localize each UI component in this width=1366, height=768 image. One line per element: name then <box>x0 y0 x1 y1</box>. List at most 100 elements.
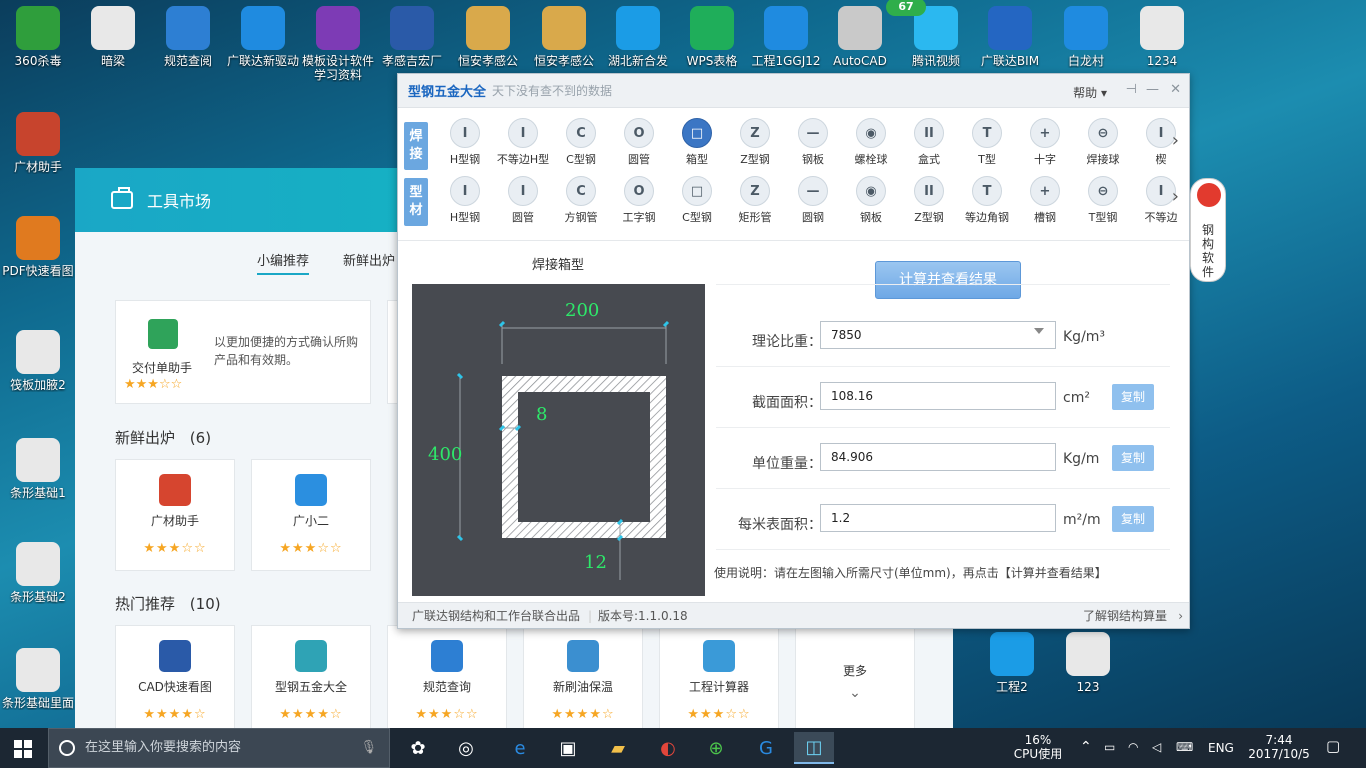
section-type-button[interactable]: — 钢板 <box>784 118 842 167</box>
dropdown-arrow-icon[interactable] <box>1034 328 1044 334</box>
section-type-button[interactable]: C 方钢管 <box>552 176 610 225</box>
language-indicator[interactable]: ENG <box>1208 741 1234 755</box>
windows-start-icon[interactable] <box>14 740 32 758</box>
section-type-button[interactable]: I H型钢 <box>436 118 494 167</box>
tool-card[interactable]: 型钢五金大全 ★★★★☆ <box>251 625 371 728</box>
desktop-icon[interactable]: 恒安孝感公 <box>526 6 602 68</box>
desktop-icon[interactable]: 工程1GGJ12 <box>748 6 824 68</box>
tool-card[interactable]: 新刷油保温 ★★★★☆ <box>523 625 643 728</box>
desktop-icon[interactable]: 360杀毒 <box>0 6 76 68</box>
wifi-icon[interactable]: ◠ <box>1128 740 1138 754</box>
dim-width[interactable]: 200 <box>565 300 599 321</box>
desktop-icon[interactable]: 条形基础1 <box>0 438 76 500</box>
section-type-button[interactable]: II Z型钢 <box>900 176 958 225</box>
field-input[interactable]: 7850 <box>820 321 1056 349</box>
section-type-button[interactable]: □ 箱型 <box>668 118 726 167</box>
microphone-icon[interactable]: 🎙 <box>360 729 377 767</box>
section-type-button[interactable]: I H型钢 <box>436 176 494 225</box>
section-type-button[interactable]: ⊖ 焊接球 <box>1074 118 1132 167</box>
section-type-button[interactable]: T T型 <box>958 118 1016 167</box>
tab-editor-picks[interactable]: 小编推荐 <box>257 250 310 275</box>
desktop-icon[interactable]: 工程2 <box>974 632 1050 694</box>
volume-icon[interactable]: ◁ <box>1152 740 1161 754</box>
dim-height[interactable]: 400 <box>428 444 462 465</box>
steel-app-taskbar-icon[interactable]: ◫ <box>794 732 834 764</box>
taskbar-search-input[interactable]: 在这里输入你要搜索的内容 🎙 <box>48 728 390 768</box>
help-menu[interactable]: 帮助 ▾ <box>1073 84 1107 101</box>
tab-new-arrivals[interactable]: 新鲜出炉 <box>343 250 395 269</box>
store-icon[interactable]: ▣ <box>548 732 588 764</box>
glodon-app-icon[interactable]: ◐ <box>648 732 688 764</box>
desktop-icon[interactable]: 孝感吉宏厂 <box>374 6 450 68</box>
section-type-button[interactable]: I 不等边 <box>1132 176 1190 225</box>
desktop-icon[interactable]: 条形基础2 <box>0 542 76 604</box>
mascot-widget[interactable]: 钢构软件 <box>1190 178 1226 282</box>
tool-card[interactable]: 规范查询 ★★★☆☆ <box>387 625 507 728</box>
section-type-button[interactable]: C C型钢 <box>552 118 610 167</box>
chevron-right-icon[interactable]: › <box>1172 186 1179 207</box>
desktop-icon[interactable]: 规范查阅 <box>150 6 226 68</box>
chevron-up-icon[interactable]: ⌃ <box>1080 740 1092 754</box>
more-card[interactable]: 更多 ⌄ <box>795 625 915 728</box>
section-type-button[interactable]: I 圆管 <box>494 176 552 225</box>
pin-icon[interactable]: ⊣ <box>1126 82 1137 97</box>
featured-card[interactable]: 交付单助手 ★★★☆☆ 以更加便捷的方式确认所购产品和有效期。 <box>115 300 371 404</box>
glodon-g-icon[interactable]: G <box>746 732 786 764</box>
browser-360-icon[interactable]: ◎ <box>446 732 486 764</box>
clock[interactable]: 7:44 2017/10/5 <box>1242 733 1316 761</box>
copy-button[interactable]: 复制 <box>1112 445 1154 471</box>
section-type-button[interactable]: I 不等边H型 <box>494 118 552 167</box>
desktop-icon[interactable]: 广联达新驱动 <box>225 6 301 68</box>
desktop-icon[interactable]: WPS表格 <box>674 6 750 68</box>
desktop-icon[interactable]: 恒安孝感公 <box>450 6 526 68</box>
section-type-button[interactable]: ◉ 螺栓球 <box>842 118 900 167</box>
battery-icon[interactable]: ▭ <box>1104 740 1115 754</box>
section-type-button[interactable]: + 槽钢 <box>1016 176 1074 225</box>
section-type-button[interactable]: + 十字 <box>1016 118 1074 167</box>
section-type-button[interactable]: □ C型钢 <box>668 176 726 225</box>
browser-icon[interactable]: ⊕ <box>696 732 736 764</box>
tool-card[interactable]: CAD快速看图 ★★★★☆ <box>115 625 235 728</box>
dim-flange[interactable]: 12 <box>584 552 607 573</box>
desktop-icon[interactable]: 1234 <box>1124 6 1200 68</box>
section-type-button[interactable]: T 等边角钢 <box>958 176 1016 225</box>
field-input[interactable]: 108.16 <box>820 382 1056 410</box>
section-type-button[interactable]: Z 矩形管 <box>726 176 784 225</box>
desktop-icon[interactable]: 广联达BIM <box>972 6 1048 68</box>
desktop-icon[interactable]: PDF快速看图 <box>0 216 76 278</box>
desktop-icon[interactable]: 筏板加腋2 <box>0 330 76 392</box>
edge-icon[interactable]: e <box>500 732 540 764</box>
section-type-button[interactable]: Z Z型钢 <box>726 118 784 167</box>
desktop-icon[interactable]: 湖北新合发 <box>600 6 676 68</box>
task-view-icon[interactable]: ✿ <box>398 732 438 764</box>
close-icon[interactable]: ✕ <box>1170 82 1181 97</box>
field-input[interactable]: 84.906 <box>820 443 1056 471</box>
section-type-button[interactable]: ⊖ T型钢 <box>1074 176 1132 225</box>
desktop-icon[interactable]: 白龙村 <box>1048 6 1124 68</box>
desktop-icon[interactable]: 暗梁 <box>75 6 151 68</box>
calculate-button[interactable]: 计算并查看结果 <box>875 261 1021 299</box>
footer-learn-link[interactable]: 了解钢结构算量 <box>1083 603 1167 629</box>
copy-button[interactable]: 复制 <box>1112 506 1154 532</box>
chevron-right-icon[interactable]: › <box>1178 603 1183 629</box>
section-type-button[interactable]: II 盒式 <box>900 118 958 167</box>
section-type-button[interactable]: O 工字钢 <box>610 176 668 225</box>
tool-card[interactable]: 广材助手 ★★★☆☆ <box>115 459 235 571</box>
dim-web[interactable]: 8 <box>536 404 547 425</box>
explorer-icon[interactable]: ▰ <box>598 732 638 764</box>
section-type-button[interactable]: — 圆钢 <box>784 176 842 225</box>
desktop-icon[interactable]: 123 <box>1050 632 1126 694</box>
section-type-button[interactable]: I楔 <box>1132 118 1190 167</box>
field-input[interactable]: 1.2 <box>820 504 1056 532</box>
section-type-button[interactable]: O 圆管 <box>610 118 668 167</box>
notification-center-icon[interactable]: ▢ <box>1326 739 1340 754</box>
desktop-icon[interactable]: 广材助手 <box>0 112 76 174</box>
desktop-icon[interactable]: 条形基础里面 <box>0 648 76 710</box>
copy-button[interactable]: 复制 <box>1112 384 1154 410</box>
minimize-icon[interactable]: — <box>1146 82 1159 97</box>
tool-card[interactable]: 工程计算器 ★★★☆☆ <box>659 625 779 728</box>
keyboard-icon[interactable]: ⌨ <box>1176 740 1193 754</box>
tool-card[interactable]: 广小二 ★★★☆☆ <box>251 459 371 571</box>
chevron-right-icon[interactable]: › <box>1172 130 1179 151</box>
section-type-button[interactable]: ◉ 钢板 <box>842 176 900 225</box>
